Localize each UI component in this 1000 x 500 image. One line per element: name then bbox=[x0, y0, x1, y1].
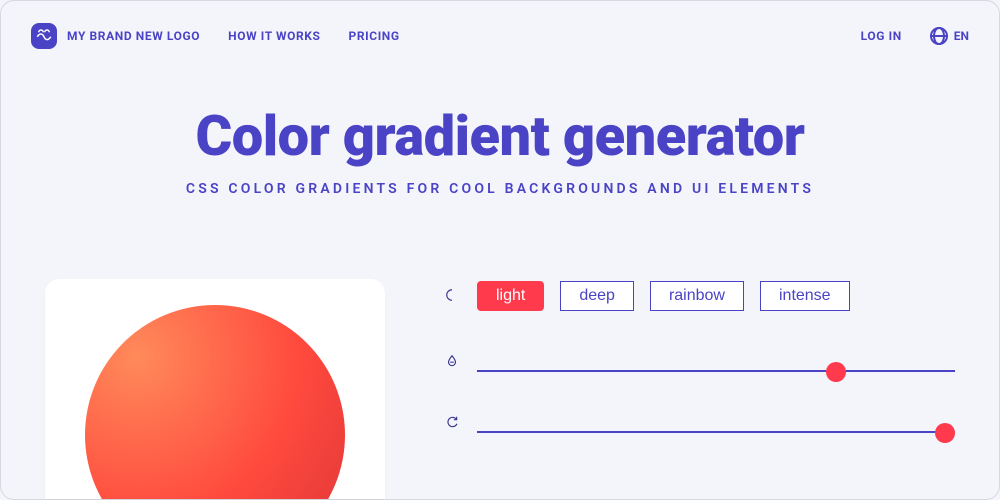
language-switcher[interactable]: EN bbox=[930, 27, 969, 45]
hue-thumb[interactable] bbox=[826, 362, 846, 382]
top-nav: MY BRAND NEW LOGO HOW IT WORKS PRICING L… bbox=[1, 1, 999, 59]
nav-login[interactable]: LOG IN bbox=[861, 29, 902, 43]
mode-pill-light[interactable]: light bbox=[477, 281, 544, 311]
hue-row bbox=[445, 353, 955, 372]
workspace: light deep rainbow intense bbox=[1, 279, 999, 499]
contrast-icon bbox=[445, 287, 459, 306]
nav-how-it-works[interactable]: HOW IT WORKS bbox=[228, 29, 320, 43]
mode-pill-deep[interactable]: deep bbox=[560, 281, 634, 311]
mode-pill-intense[interactable]: intense bbox=[760, 281, 850, 311]
mode-pills: light deep rainbow intense bbox=[477, 281, 850, 311]
hero: Color gradient generator CSS COLOR GRADI… bbox=[1, 103, 999, 197]
rotate-slider[interactable] bbox=[477, 423, 955, 425]
rotate-row bbox=[445, 414, 955, 433]
page-title: Color gradient generator bbox=[1, 103, 999, 169]
brand-logo-icon[interactable] bbox=[31, 23, 57, 49]
rotate-icon bbox=[445, 414, 459, 433]
gradient-ball bbox=[85, 305, 345, 499]
droplet-icon bbox=[445, 353, 459, 372]
rotate-track bbox=[477, 431, 955, 433]
page-subtitle: CSS COLOR GRADIENTS FOR COOL BACKGROUNDS… bbox=[1, 181, 999, 197]
rotate-thumb[interactable] bbox=[935, 423, 955, 443]
mode-row: light deep rainbow intense bbox=[445, 281, 955, 311]
gradient-preview bbox=[45, 279, 385, 499]
globe-icon bbox=[930, 27, 948, 45]
language-code: EN bbox=[954, 29, 969, 43]
mode-pill-rainbow[interactable]: rainbow bbox=[650, 281, 744, 311]
controls: light deep rainbow intense bbox=[445, 279, 955, 499]
hue-slider[interactable] bbox=[477, 362, 955, 364]
hue-track bbox=[477, 370, 955, 372]
nav-brand[interactable]: MY BRAND NEW LOGO bbox=[67, 29, 200, 43]
nav-pricing[interactable]: PRICING bbox=[349, 29, 400, 43]
